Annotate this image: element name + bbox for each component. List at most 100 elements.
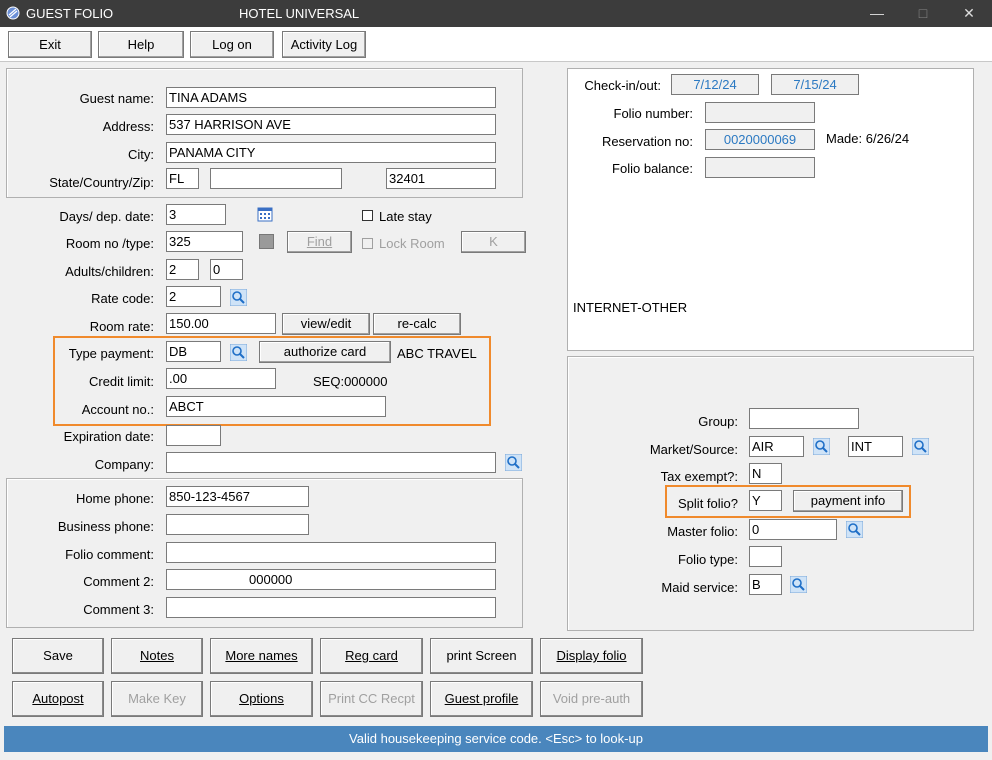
split-folio-label: Split folio? bbox=[678, 496, 738, 511]
state-field[interactable]: FL bbox=[166, 168, 199, 189]
room-rate-field[interactable]: 150.00 bbox=[166, 313, 276, 334]
more-names-button[interactable]: More names bbox=[210, 638, 313, 674]
authorize-card-button[interactable]: authorize card bbox=[259, 341, 391, 363]
days-field[interactable]: 3 bbox=[166, 204, 226, 225]
title-bar: GUEST FOLIO HOTEL UNIVERSAL — □ ✕ bbox=[0, 0, 992, 27]
folio-type-field[interactable] bbox=[749, 546, 782, 567]
maximize-icon[interactable]: □ bbox=[900, 0, 946, 27]
zip-field[interactable]: 32401 bbox=[386, 168, 496, 189]
reg-card-label: Reg card bbox=[345, 648, 398, 663]
notes-button[interactable]: Notes bbox=[111, 638, 203, 674]
expiration-field[interactable] bbox=[166, 425, 221, 446]
rate-code-search-icon[interactable] bbox=[230, 289, 247, 306]
maid-service-field[interactable]: B bbox=[749, 574, 782, 595]
room-label: Room no /type: bbox=[65, 236, 154, 251]
activity-log-button[interactable]: Activity Log bbox=[282, 31, 366, 58]
autopost-button[interactable]: Autopost bbox=[12, 681, 104, 717]
close-icon[interactable]: ✕ bbox=[946, 0, 992, 27]
account-field[interactable]: ABCT bbox=[166, 396, 386, 417]
city-label: City: bbox=[128, 147, 154, 162]
options-button[interactable]: Options bbox=[210, 681, 313, 717]
minimize-icon[interactable]: — bbox=[854, 0, 900, 27]
rate-code-label: Rate code: bbox=[91, 291, 154, 306]
source-search-icon[interactable] bbox=[912, 438, 929, 455]
print-cc-receipt-button[interactable]: Print CC Recpt bbox=[320, 681, 423, 717]
make-key-button[interactable]: Make Key bbox=[111, 681, 203, 717]
calendar-icon[interactable] bbox=[257, 206, 273, 222]
account-label: Account no.: bbox=[81, 402, 154, 417]
guest-name-label: Guest name: bbox=[79, 91, 154, 106]
credit-limit-label: Credit limit: bbox=[88, 374, 154, 389]
folio-type-label: Folio type: bbox=[678, 552, 738, 567]
status-bar: Valid housekeeping service code. <Esc> t… bbox=[4, 726, 988, 752]
payment-info-button[interactable]: payment info bbox=[793, 490, 903, 512]
room-type-indicator[interactable] bbox=[259, 234, 274, 249]
room-field[interactable]: 325 bbox=[166, 231, 243, 252]
company-field[interactable] bbox=[166, 452, 496, 473]
type-payment-field[interactable]: DB bbox=[166, 341, 221, 362]
market-search-icon[interactable] bbox=[813, 438, 830, 455]
options-label: Options bbox=[239, 691, 284, 706]
business-phone-field[interactable] bbox=[166, 514, 309, 535]
address-field[interactable]: 537 HARRISON AVE bbox=[166, 114, 496, 135]
reg-card-button[interactable]: Reg card bbox=[320, 638, 423, 674]
late-stay-checkbox[interactable] bbox=[362, 210, 373, 221]
group-field[interactable] bbox=[749, 408, 859, 429]
activity-log-label: Activity Log bbox=[290, 37, 358, 52]
comment3-field[interactable] bbox=[166, 597, 496, 618]
key-button[interactable]: K bbox=[461, 231, 526, 253]
lock-room-label: Lock Room bbox=[379, 236, 445, 251]
view-edit-button[interactable]: view/edit bbox=[282, 313, 370, 335]
source-field[interactable]: INT bbox=[848, 436, 903, 457]
print-cc-receipt-label: Print CC Recpt bbox=[328, 691, 415, 706]
home-phone-field[interactable]: 850-123-4567 bbox=[166, 486, 309, 507]
checkin-field[interactable]: 7/12/24 bbox=[671, 74, 759, 95]
payment-search-icon[interactable] bbox=[230, 344, 247, 361]
master-folio-search-icon[interactable] bbox=[846, 521, 863, 538]
folio-comment-field[interactable] bbox=[166, 542, 496, 563]
logon-button[interactable]: Log on bbox=[190, 31, 274, 58]
print-screen-button[interactable]: print Screen bbox=[430, 638, 533, 674]
display-folio-label: Display folio bbox=[556, 648, 627, 663]
market-source-label: Market/Source: bbox=[649, 442, 738, 457]
country-field[interactable] bbox=[210, 168, 342, 189]
source-text: INTERNET-OTHER bbox=[573, 300, 688, 315]
business-phone-label: Business phone: bbox=[57, 519, 154, 534]
company-label: Company: bbox=[94, 457, 154, 472]
folio-number-field[interactable] bbox=[705, 102, 815, 123]
guest-profile-button[interactable]: Guest profile bbox=[430, 681, 533, 717]
master-folio-field[interactable]: 0 bbox=[749, 519, 837, 540]
tax-exempt-label: Tax exempt?: bbox=[660, 469, 738, 484]
exit-button[interactable]: Exit bbox=[8, 31, 92, 58]
save-button[interactable]: Save bbox=[12, 638, 104, 674]
void-preauth-button[interactable]: Void pre-auth bbox=[540, 681, 643, 717]
adults-children-label: Adults/children: bbox=[65, 264, 154, 279]
checkout-field[interactable]: 7/15/24 bbox=[771, 74, 859, 95]
find-button[interactable]: Find bbox=[287, 231, 352, 253]
company-search-icon[interactable] bbox=[505, 454, 522, 471]
more-names-label: More names bbox=[225, 648, 298, 663]
adults-field[interactable]: 2 bbox=[166, 259, 199, 280]
home-phone-label: Home phone: bbox=[75, 491, 154, 506]
guest-name-field[interactable]: TINA ADAMS bbox=[166, 87, 496, 108]
recalc-button[interactable]: re-calc bbox=[373, 313, 461, 335]
autopost-label: Autopost bbox=[32, 691, 84, 706]
logon-label: Log on bbox=[212, 37, 252, 52]
help-button[interactable]: Help bbox=[98, 31, 184, 58]
tax-exempt-field[interactable]: N bbox=[749, 463, 782, 484]
split-folio-field[interactable]: Y bbox=[749, 490, 782, 511]
city-field[interactable]: PANAMA CITY bbox=[166, 142, 496, 163]
comment2-field[interactable]: 000000 bbox=[166, 569, 496, 590]
group-label: Group: bbox=[698, 414, 738, 429]
display-folio-button[interactable]: Display folio bbox=[540, 638, 643, 674]
save-label: Save bbox=[43, 648, 73, 663]
credit-limit-field[interactable]: .00 bbox=[166, 368, 276, 389]
lock-room-checkbox[interactable] bbox=[362, 238, 373, 249]
children-field[interactable]: 0 bbox=[210, 259, 243, 280]
market-field[interactable]: AIR bbox=[749, 436, 804, 457]
help-label: Help bbox=[127, 37, 155, 52]
rate-code-field[interactable]: 2 bbox=[166, 286, 221, 307]
maid-service-search-icon[interactable] bbox=[790, 576, 807, 593]
reservation-no-field[interactable]: 0020000069 bbox=[705, 129, 815, 150]
folio-balance-field[interactable] bbox=[705, 157, 815, 178]
